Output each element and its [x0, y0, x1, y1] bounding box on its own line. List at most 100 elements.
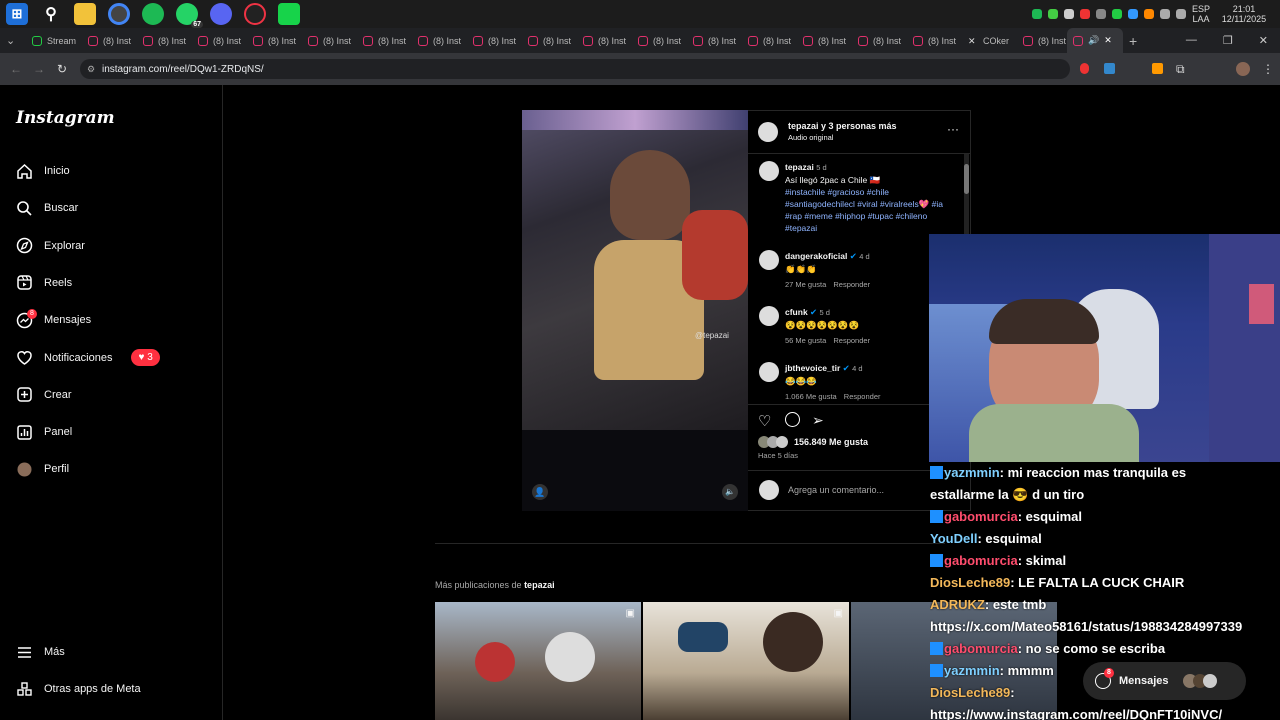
tray-green-icon[interactable]	[1111, 9, 1122, 19]
site-info-icon[interactable]: ⚙	[87, 64, 95, 75]
chat-username[interactable]: ADRUKZ	[930, 597, 985, 612]
reply-button[interactable]: Responder	[833, 280, 870, 289]
extensions-puzzle-icon[interactable]: ⧉	[1176, 62, 1185, 77]
nav-meta-apps[interactable]: Otras apps de Meta	[16, 679, 141, 699]
tray-blue-icon[interactable]	[1127, 9, 1138, 19]
caption-user[interactable]: tepazai	[785, 162, 814, 172]
browser-tab[interactable]: Stream	[26, 28, 82, 53]
likes-count[interactable]: 156.849 Me gusta	[794, 437, 868, 447]
menu-icon[interactable]: ⋮	[1262, 62, 1274, 76]
post-thumbnail[interactable]: ▣	[643, 602, 849, 720]
reload-icon[interactable]: ↻	[57, 62, 67, 76]
nav-buscar[interactable]: Buscar	[16, 198, 78, 218]
post-thumbnail[interactable]: ▣	[435, 602, 641, 720]
browser-tab[interactable]: (8) Inst	[797, 28, 852, 53]
browser-tab[interactable]: (8) Inst	[632, 28, 687, 53]
nav-reels[interactable]: Reels	[16, 273, 72, 293]
browser-tab[interactable]: ✕ COker	[962, 28, 1017, 53]
reel-video[interactable]: @tepazai 👤 🔈	[522, 110, 748, 511]
comment-avatar[interactable]	[759, 306, 779, 326]
nav-more[interactable]: Más	[16, 642, 65, 662]
search-icon[interactable]: ⚲	[40, 3, 62, 25]
author-line[interactable]: tepazai y 3 personas más	[788, 121, 897, 131]
browser-tab[interactable]: (8) Inst	[302, 28, 357, 53]
address-bar[interactable]: ⚙ instagram.com/reel/DQw1-ZRDqNS/	[80, 59, 1070, 79]
tag-people-icon[interactable]: 👤	[532, 484, 548, 500]
browser-tab[interactable]: (8) Inst	[247, 28, 302, 53]
browser-tab[interactable]: (8) Inst	[137, 28, 192, 53]
nav-panel[interactable]: Panel	[16, 422, 72, 442]
discord-icon[interactable]	[210, 3, 232, 25]
whatsapp-icon[interactable]: 67	[176, 3, 203, 28]
maximize-icon[interactable]: ❐	[1223, 34, 1233, 47]
more-posts-user[interactable]: tepazai	[524, 580, 555, 590]
comment-input[interactable]: Agrega un comentario...	[788, 485, 884, 495]
mute-icon[interactable]: 🔈	[722, 484, 738, 500]
forward-icon[interactable]: →	[33, 62, 45, 76]
browser-tab[interactable]: (8) Inst	[412, 28, 467, 53]
more-options-icon[interactable]: ···	[947, 122, 959, 136]
browser-tab[interactable]: (8) Inst	[357, 28, 412, 53]
tray-bluetooth-icon[interactable]	[1095, 9, 1106, 19]
app-icon[interactable]	[244, 3, 266, 25]
nav-mensajes[interactable]: 8 Mensajes	[16, 308, 91, 330]
comment-user[interactable]: jbthevoice_tir	[785, 363, 840, 373]
comment-avatar[interactable]	[759, 250, 779, 270]
browser-tab[interactable]: (8) Inst	[577, 28, 632, 53]
nav-inicio[interactable]: Inicio	[16, 161, 70, 181]
instagram-logo[interactable]: Instagram	[16, 108, 115, 128]
back-icon[interactable]: ←	[10, 62, 22, 76]
comment-user[interactable]: dangerakoficial	[785, 251, 847, 261]
tab-list-button[interactable]: ⌄	[0, 28, 26, 53]
comment-likes[interactable]: 56 Me gusta	[785, 336, 826, 345]
share-icon[interactable]: ➢	[812, 412, 824, 429]
messages-floating-button[interactable]: 8 Mensajes	[1083, 662, 1246, 700]
nav-notificaciones[interactable]: Notificaciones ♥ 3	[16, 348, 160, 368]
chat-username[interactable]: gabomurcia	[944, 553, 1018, 568]
comment-likes[interactable]: 1.066 Me gusta	[785, 392, 837, 401]
tray-spotify-icon[interactable]	[1031, 9, 1042, 19]
browser-tab[interactable]: (8) Inst	[522, 28, 577, 53]
tab-close-icon[interactable]: ✕	[1104, 35, 1112, 46]
browser-tab[interactable]: (8) Inst	[467, 28, 522, 53]
browser-tab[interactable]: (8) Inst	[192, 28, 247, 53]
tray-app-icon[interactable]	[1047, 9, 1058, 19]
like-icon[interactable]: ♡	[758, 412, 771, 430]
clock[interactable]: 21:01 12/11/2025	[1216, 4, 1272, 24]
extension-icon-3[interactable]	[1152, 63, 1163, 74]
close-window-icon[interactable]: ✕	[1259, 34, 1268, 47]
browser-tab[interactable]: (8) Inst	[852, 28, 907, 53]
comment-likes[interactable]: 27 Me gusta	[785, 280, 826, 289]
extension-icon-2[interactable]	[1104, 63, 1115, 74]
nav-perfil[interactable]: Perfil	[16, 459, 69, 479]
chat-username[interactable]: gabomurcia	[944, 641, 1018, 656]
comment-icon[interactable]	[785, 412, 800, 427]
chat-username[interactable]: gabomurcia	[944, 509, 1018, 524]
windows-start-icon[interactable]: ⊞	[6, 3, 28, 25]
reply-button[interactable]: Responder	[833, 336, 870, 345]
audio-link[interactable]: Audio original	[788, 133, 833, 142]
browser-tab[interactable]: (8) Inst	[82, 28, 137, 53]
spotify-icon[interactable]	[142, 3, 164, 25]
chat-username[interactable]: YouDell	[930, 531, 977, 546]
browser-tab[interactable]: (8) Inst	[687, 28, 742, 53]
lang-indicator[interactable]: ESP LAA	[1192, 4, 1210, 24]
file-explorer-icon[interactable]	[74, 3, 96, 25]
chat-username[interactable]: DiosLeche89	[930, 685, 1010, 700]
comment-avatar[interactable]	[759, 362, 779, 382]
caption-avatar[interactable]	[759, 161, 779, 181]
tray-mic-icon[interactable]	[1159, 9, 1170, 19]
tray-record-icon[interactable]	[1079, 9, 1090, 19]
browser-tab[interactable]: (8) Inst	[1017, 28, 1067, 53]
tray-volume-icon[interactable]	[1175, 9, 1186, 19]
nav-explorar[interactable]: Explorar	[16, 236, 85, 256]
minimize-icon[interactable]: —	[1186, 34, 1197, 47]
extension-icon[interactable]	[1080, 63, 1089, 74]
chrome-icon[interactable]	[108, 3, 130, 25]
new-tab-button[interactable]: +	[1123, 28, 1143, 53]
comment-user[interactable]: cfunk	[785, 307, 808, 317]
tray-orange-icon[interactable]	[1143, 9, 1154, 19]
author-avatar[interactable]	[758, 122, 778, 142]
chat-username[interactable]: yazmmin	[944, 663, 1000, 678]
caption-hashtags[interactable]: #instachile #gracioso #chile #santiagode…	[785, 187, 943, 233]
